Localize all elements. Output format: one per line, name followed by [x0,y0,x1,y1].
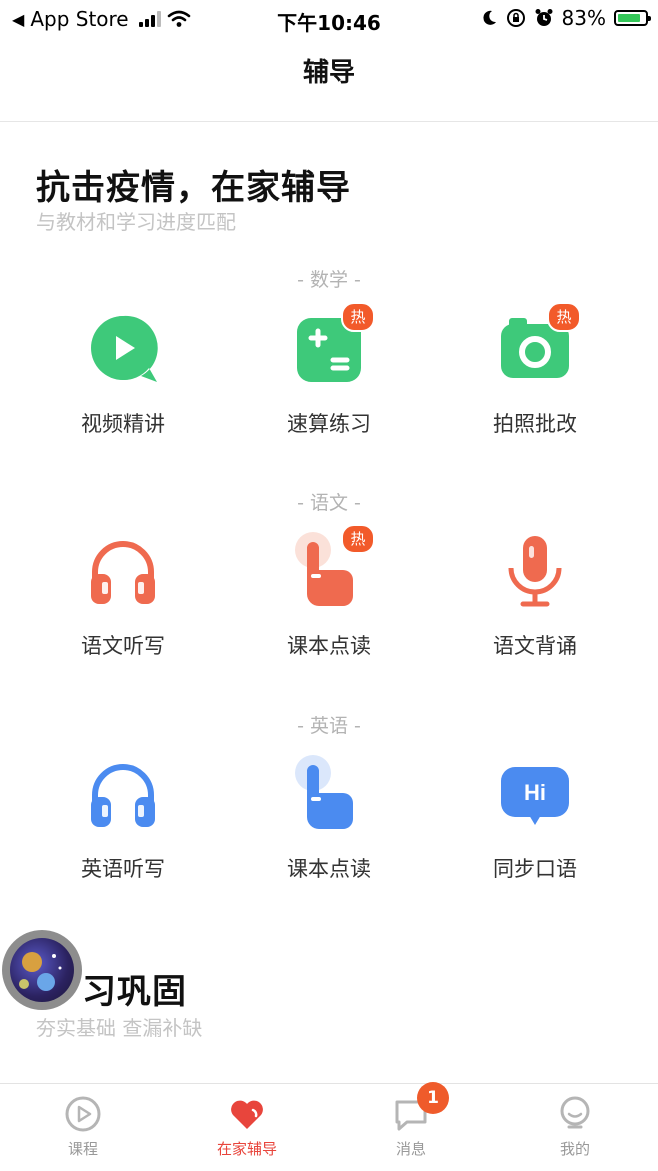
headphones-icon [83,755,163,835]
group-label-math: - 数学 - [297,269,361,291]
tile-oral-english[interactable]: Hi 同步口语 [445,755,625,883]
tile-label: 拍照批改 [493,412,577,436]
tab-home-tutor[interactable]: 在家辅导 [167,1094,327,1159]
tab-bar: 课程 在家辅导 1 消息 我的 [0,1082,658,1171]
hot-badge: 热 [547,302,581,332]
tile-photo-check[interactable]: 热 拍照批改 [445,302,625,438]
hot-badge: 热 [341,524,375,554]
page-title: 辅导 [302,58,355,88]
tab-label: 课程 [67,1140,98,1158]
tile-label: 课本点读 [287,634,371,658]
tile-english-dictation[interactable]: 英语听写 [33,755,213,883]
floating-avatar[interactable] [2,930,82,1010]
battery-icon [614,10,651,26]
tab-label: 消息 [395,1140,426,1158]
tile-chinese-dictation[interactable]: 语文听写 [33,532,213,660]
tile-label: 英语听写 [81,857,165,881]
tile-video-lecture[interactable]: 视频精讲 [33,310,213,438]
tab-mine[interactable]: 我的 [495,1094,655,1159]
tile-label: 课本点读 [287,857,371,881]
section-subtitle: 与教材和学习进度匹配 [36,210,236,234]
nav-divider [0,121,658,122]
headphones-icon [83,532,163,612]
hi-text: Hi [524,780,546,805]
microphone-icon [495,532,575,612]
play-bubble-icon [83,310,163,390]
hi-bubble-icon: Hi [495,755,575,835]
group-label-chinese: - 语文 - [297,492,361,514]
hot-badge: 热 [341,302,375,332]
group-label-english: - 英语 - [297,715,361,737]
message-count-badge: 1 [417,1082,449,1114]
avatar-image [10,938,74,1002]
tile-label: 同步口语 [493,857,577,881]
section2-subtitle: 夯实基础 查漏补缺 [36,1016,203,1040]
tile-label: 语文听写 [81,634,165,658]
tile-chinese-recite[interactable]: 语文背诵 [445,532,625,660]
rotation-lock-icon [506,9,525,27]
heart-icon [227,1094,267,1134]
tile-chinese-reading[interactable]: 热 课本点读 [239,524,419,660]
play-circle-icon [63,1094,103,1134]
battery-percent: 83% [561,6,606,30]
camera-icon: 热 [495,302,581,390]
tab-courses[interactable]: 课程 [3,1094,163,1159]
tab-label: 在家辅导 [216,1140,277,1158]
tile-label: 视频精讲 [81,412,165,436]
tap-finger-icon [289,755,369,835]
calculator-icon: 热 [289,302,375,390]
alarm-icon [535,9,553,26]
tile-english-reading[interactable]: 课本点读 [239,755,419,883]
moon-icon [482,10,496,25]
section-title: 抗击疫情，在家辅导 [36,168,351,208]
section2-title: 习巩固 [82,972,187,1012]
tab-label: 我的 [559,1140,590,1158]
tab-messages[interactable]: 1 消息 [331,1082,491,1159]
tile-label: 速算练习 [287,412,371,436]
tile-label: 语文背诵 [493,634,577,658]
message-icon: 1 [391,1082,449,1134]
status-bar: ◀ App Store 下午10:46 83% [0,0,658,38]
tap-finger-icon: 热 [289,524,375,612]
tile-quick-calc[interactable]: 热 速算练习 [239,302,419,438]
profile-icon [555,1094,595,1134]
